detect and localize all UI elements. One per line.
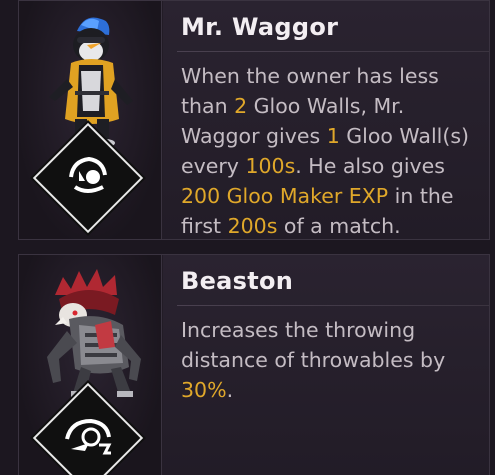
pet-name: Mr. Waggor — [181, 13, 339, 41]
highlight-value: 200 Gloo Maker EXP — [181, 184, 389, 208]
description-text: . He also gives — [295, 154, 445, 178]
pet-name: Beaston — [181, 267, 294, 295]
pet-portrait — [19, 255, 162, 475]
throw-ability-icon — [65, 418, 112, 455]
divider — [177, 51, 489, 52]
pet-list: ✦ ✦ Mr. Waggor When the owner has less t… — [0, 0, 495, 475]
divider — [177, 305, 489, 306]
gloo-wall-ability-icon — [69, 156, 107, 193]
highlight-value: 100s — [245, 154, 296, 178]
description-text: of a match. — [277, 214, 401, 238]
pet-card-mr-waggor[interactable]: ✦ ✦ Mr. Waggor When the owner has less t… — [18, 0, 490, 240]
pet-description: Increases the throwing distance of throw… — [181, 315, 483, 405]
highlight-value: 200s — [227, 214, 278, 238]
pet-portrait: ✦ ✦ — [19, 1, 162, 239]
description-text: . — [226, 378, 234, 402]
pet-card-beaston[interactable]: Beaston Increases the throwing distance … — [18, 254, 490, 475]
highlight-value: 30% — [181, 378, 227, 402]
pet-description: When the owner has less than 2 Gloo Wall… — [181, 61, 483, 241]
pet-info: Beaston Increases the throwing distance … — [163, 255, 489, 475]
highlight-value: 1 — [326, 124, 340, 148]
pet-info: Mr. Waggor When the owner has less than … — [163, 1, 489, 239]
highlight-value: 2 — [234, 94, 248, 118]
description-text: Increases the throwing distance of throw… — [181, 318, 446, 372]
